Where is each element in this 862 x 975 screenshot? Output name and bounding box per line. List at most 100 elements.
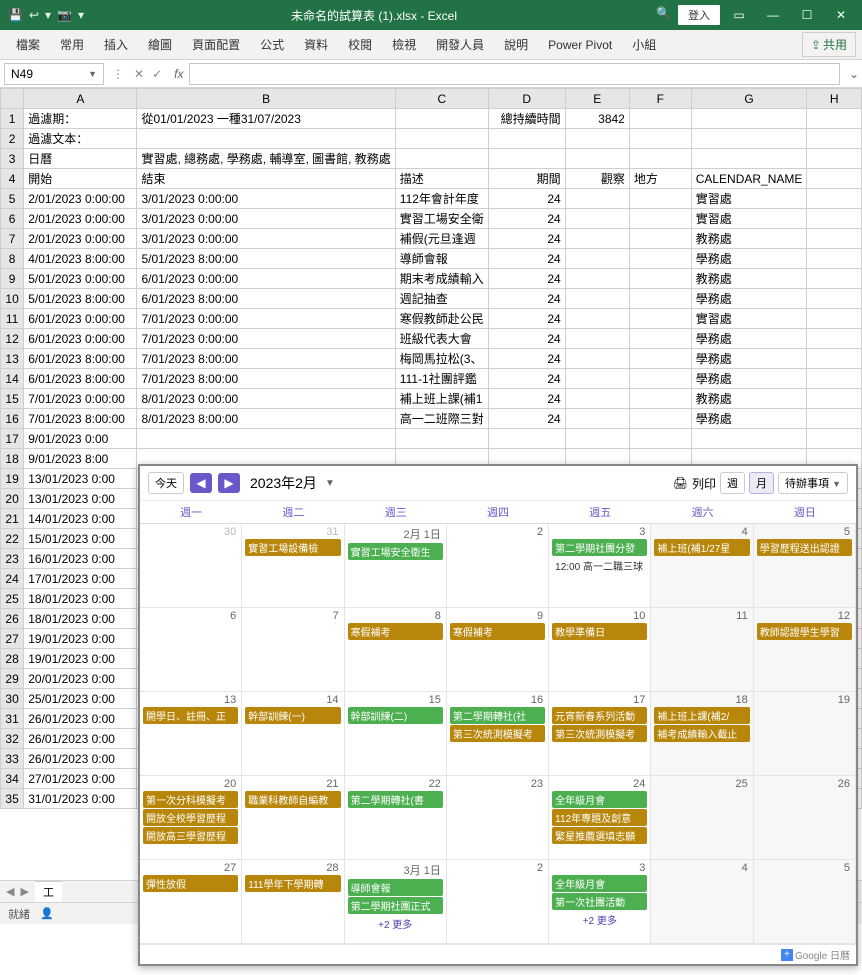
cell[interactable] <box>807 249 862 269</box>
month-dropdown-icon[interactable]: ▼ <box>325 478 335 489</box>
qat-more-icon[interactable]: ▾ <box>78 8 84 22</box>
cell[interactable] <box>565 249 629 269</box>
cell[interactable]: 6/01/2023 8:00:00 <box>24 349 137 369</box>
row-header[interactable]: 23 <box>1 549 24 569</box>
search-icon[interactable]: 🔍 <box>656 6 674 24</box>
tab-team[interactable]: 小組 <box>622 30 666 59</box>
calendar-event[interactable]: 寒假補考 <box>450 623 545 640</box>
cell[interactable]: 112年會計年度 <box>395 189 488 209</box>
cell[interactable]: 實習處 <box>691 309 807 329</box>
cell[interactable] <box>488 429 565 449</box>
calendar-cell[interactable]: 13開學日、註冊、正 <box>140 692 242 776</box>
maximize-icon[interactable]: ☐ <box>792 4 822 26</box>
save-icon[interactable]: 💾 <box>8 8 23 22</box>
cell[interactable]: 高一二班際三對 <box>395 409 488 429</box>
cell[interactable]: 3/01/2023 0:00:00 <box>137 229 395 249</box>
tab-home[interactable]: 常用 <box>50 30 94 59</box>
col-header-G[interactable]: G <box>691 89 807 109</box>
select-all-corner[interactable] <box>1 89 24 109</box>
cell[interactable] <box>807 309 862 329</box>
cell[interactable] <box>807 349 862 369</box>
cell[interactable]: 梅岡馬拉松(3、 <box>395 349 488 369</box>
cell[interactable] <box>807 369 862 389</box>
cell[interactable] <box>565 349 629 369</box>
cell[interactable] <box>691 109 807 129</box>
col-header-F[interactable]: F <box>629 89 691 109</box>
cell[interactable]: 14/01/2023 0:00 <box>24 509 137 529</box>
formula-input[interactable] <box>189 63 840 85</box>
cell[interactable]: 18/01/2023 0:00 <box>24 609 137 629</box>
cell[interactable]: 26/01/2023 0:00 <box>24 729 137 749</box>
calendar-cell[interactable]: 30 <box>140 524 242 608</box>
cell[interactable] <box>691 429 807 449</box>
calendar-cell[interactable]: 11 <box>651 608 753 692</box>
cell[interactable] <box>807 229 862 249</box>
cell[interactable]: 111-1社團評鑑 <box>395 369 488 389</box>
cell[interactable] <box>137 129 395 149</box>
cell[interactable]: 24 <box>488 189 565 209</box>
calendar-event[interactable]: 第二學期社團正式 <box>348 897 443 914</box>
tab-powerpivot[interactable]: Power Pivot <box>538 32 622 58</box>
calendar-event[interactable]: 幹部訓練(二) <box>348 707 443 724</box>
cell[interactable] <box>807 409 862 429</box>
cell[interactable] <box>629 289 691 309</box>
calendar-event[interactable]: +2 更多 <box>348 915 443 932</box>
cell[interactable]: 實習處 <box>691 189 807 209</box>
calendar-cell[interactable]: 28111學年下學期轉 <box>242 860 344 944</box>
cell[interactable]: 2/01/2023 0:00:00 <box>24 189 137 209</box>
cell[interactable]: 7/01/2023 0:00:00 <box>24 389 137 409</box>
cell[interactable] <box>807 389 862 409</box>
calendar-cell[interactable]: 5 <box>754 860 856 944</box>
cell[interactable]: 實習工場安全衛 <box>395 209 488 229</box>
cell[interactable] <box>565 229 629 249</box>
google-calendar-label[interactable]: Google 日曆 <box>795 947 850 962</box>
row-header[interactable]: 32 <box>1 729 24 749</box>
calendar-cell[interactable]: 3月 1日導師會報第二學期社團正式+2 更多 <box>345 860 447 944</box>
cell[interactable]: 7/01/2023 8:00:00 <box>137 369 395 389</box>
cell[interactable]: 學務處 <box>691 409 807 429</box>
cell[interactable]: CALENDAR_NAME <box>691 169 807 189</box>
calendar-cell[interactable]: 7 <box>242 608 344 692</box>
calendar-event[interactable]: 寒假補考 <box>348 623 443 640</box>
calendar-cell[interactable]: 8寒假補考 <box>345 608 447 692</box>
calendar-cell[interactable]: 25 <box>651 776 753 860</box>
cell[interactable]: 7/01/2023 8:00:00 <box>137 349 395 369</box>
cell[interactable]: 地方 <box>629 169 691 189</box>
cell[interactable] <box>691 149 807 169</box>
cell[interactable] <box>137 429 395 449</box>
cell[interactable]: 過濾文本： <box>24 129 137 149</box>
cell[interactable]: 教務處 <box>691 389 807 409</box>
cell[interactable]: 31/01/2023 0:00 <box>24 789 137 809</box>
cell[interactable]: 6/01/2023 8:00:00 <box>24 369 137 389</box>
calendar-cell[interactable]: 4補上班(補1/27星 <box>651 524 753 608</box>
cell[interactable]: 實習處, 總務處, 學務處, 輔導室, 圖書館, 教務處 <box>137 149 395 169</box>
cell[interactable] <box>629 269 691 289</box>
cell[interactable]: 開始 <box>24 169 137 189</box>
cell[interactable]: 班級代表大會 <box>395 329 488 349</box>
todo-button[interactable]: 待辦事項 ▼ <box>778 472 848 494</box>
cell[interactable]: 24 <box>488 349 565 369</box>
fx-label[interactable]: fx <box>168 67 189 81</box>
week-view-button[interactable]: 週 <box>720 472 745 494</box>
cell[interactable] <box>807 109 862 129</box>
cell[interactable] <box>629 389 691 409</box>
cancel-formula-icon[interactable]: ✕ <box>134 67 144 81</box>
formula-expand-icon[interactable]: ⌄ <box>846 67 862 81</box>
row-header[interactable]: 5 <box>1 189 24 209</box>
calendar-cell[interactable]: 22第二學期轉社(書 <box>345 776 447 860</box>
prev-month-icon[interactable]: ◀ <box>190 473 212 493</box>
next-month-icon[interactable]: ▶ <box>218 473 240 493</box>
cell[interactable] <box>565 429 629 449</box>
cell[interactable]: 學務處 <box>691 329 807 349</box>
row-header[interactable]: 31 <box>1 709 24 729</box>
cell[interactable] <box>807 169 862 189</box>
cell[interactable]: 24 <box>488 329 565 349</box>
calendar-event[interactable]: 職業科教師自編教 <box>245 791 340 808</box>
row-header[interactable]: 29 <box>1 669 24 689</box>
calendar-cell[interactable]: 15幹部訓練(二) <box>345 692 447 776</box>
google-plus-icon[interactable]: + <box>781 949 793 961</box>
cell[interactable]: 19/01/2023 0:00 <box>24 649 137 669</box>
calendar-cell[interactable]: 23 <box>447 776 549 860</box>
calendar-cell[interactable]: 6 <box>140 608 242 692</box>
row-header[interactable]: 10 <box>1 289 24 309</box>
